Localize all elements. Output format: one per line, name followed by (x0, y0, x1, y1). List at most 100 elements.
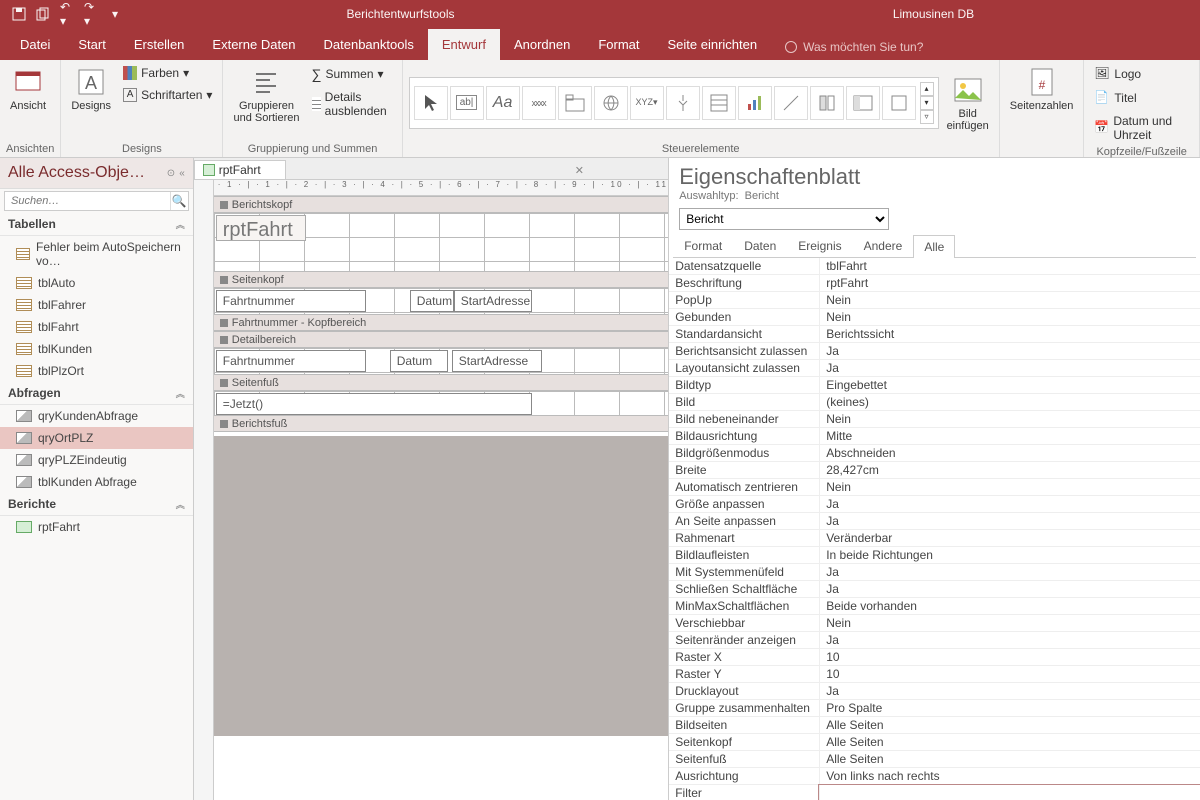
property-row[interactable]: BeschriftungrptFahrt (669, 275, 1200, 292)
hyperlink-tool[interactable] (594, 86, 628, 120)
dropdown-icon[interactable]: ⊙ (167, 168, 175, 179)
property-row[interactable]: DrucklayoutJa (669, 683, 1200, 700)
pagebreak-tool[interactable] (666, 86, 700, 120)
section-detail[interactable]: Detailbereich (214, 331, 668, 348)
label-fahrtnummer[interactable]: Fahrtnummer (216, 290, 366, 312)
property-tab-alle[interactable]: Alle (913, 235, 955, 258)
rectangle-tool[interactable] (846, 86, 880, 120)
property-row[interactable]: Bild(keines) (669, 394, 1200, 411)
property-value[interactable]: 10 (819, 649, 1200, 665)
field-fahrtnummer[interactable]: Fahrtnummer (216, 350, 366, 372)
property-row[interactable]: Raster X10 (669, 649, 1200, 666)
property-row[interactable]: Berichtsansicht zulassenJa (669, 343, 1200, 360)
field-startadresse[interactable]: StartAdresse (452, 350, 542, 372)
property-row[interactable]: BildseitenAlle Seiten (669, 717, 1200, 734)
property-value[interactable]: Alle Seiten (819, 734, 1200, 750)
save-icon[interactable] (12, 7, 26, 21)
page-numbers-button[interactable]: # Seitenzahlen (1006, 64, 1078, 114)
property-row[interactable]: DatensatzquelletblFahrt (669, 258, 1200, 275)
property-value[interactable]: Eingebettet (819, 377, 1200, 393)
property-row[interactable]: SeitenfußAlle Seiten (669, 751, 1200, 768)
section-page-header[interactable]: Seitenkopf (214, 271, 668, 288)
nav-item[interactable]: rptFahrt (0, 516, 193, 538)
collapse-nav-icon[interactable]: « (179, 168, 185, 179)
property-value[interactable]: Alle Seiten (819, 717, 1200, 733)
property-value[interactable]: Nein (819, 615, 1200, 631)
page-footer-body[interactable]: =Jetzt() (214, 391, 668, 415)
line-tool[interactable] (774, 86, 808, 120)
search-icon[interactable]: 🔍 (170, 192, 188, 210)
property-value[interactable]: 10 (819, 666, 1200, 682)
property-value[interactable]: Nein (819, 411, 1200, 427)
nav-item[interactable]: tblFahrt (0, 316, 193, 338)
customize-qat-icon[interactable]: ▾ (108, 7, 122, 21)
property-value[interactable]: tblFahrt (819, 258, 1200, 274)
property-value[interactable]: Beide vorhanden (819, 598, 1200, 614)
colors-button[interactable]: Farben ▾ (119, 64, 216, 82)
gallery-scroll[interactable]: ▴▾▿ (920, 82, 934, 124)
nav-category[interactable]: Berichte︽ (0, 493, 193, 516)
label-datum[interactable]: Datum (410, 290, 454, 312)
nav-item[interactable]: tblAuto (0, 272, 193, 294)
field-now[interactable]: =Jetzt() (216, 393, 532, 415)
redo-icon[interactable]: ↷ ▾ (84, 7, 98, 21)
report-header-body[interactable]: rptFahrt (214, 213, 668, 271)
document-tab[interactable]: rptFahrt ✕ (194, 160, 286, 179)
property-value[interactable]: Veränderbar (819, 530, 1200, 546)
nav-item[interactable]: qryKundenAbfrage (0, 405, 193, 427)
property-value[interactable]: In beide Richtungen (819, 547, 1200, 563)
property-value[interactable]: 28,427cm (819, 462, 1200, 478)
label-startadresse[interactable]: StartAdresse (454, 290, 532, 312)
property-row[interactable]: Breite28,427cm (669, 462, 1200, 479)
property-value[interactable]: (keines) (819, 394, 1200, 410)
property-row[interactable]: BildtypEingebettet (669, 377, 1200, 394)
property-value[interactable]: Alle Seiten (819, 751, 1200, 767)
property-value[interactable]: Abschneiden (819, 445, 1200, 461)
property-row[interactable]: SeitenkopfAlle Seiten (669, 734, 1200, 751)
nav-item[interactable]: tblKunden Abfrage (0, 471, 193, 493)
property-value[interactable]: Nein (819, 479, 1200, 495)
property-value[interactable]: Berichtssicht (819, 326, 1200, 342)
checkbox-tool[interactable] (882, 86, 916, 120)
view-button[interactable]: Ansicht (6, 64, 50, 114)
property-value[interactable]: rptFahrt (819, 275, 1200, 291)
property-row[interactable]: PopUpNein (669, 292, 1200, 309)
property-row[interactable]: Filter (669, 785, 1200, 800)
undo-icon[interactable]: ↶ ▾ (60, 7, 74, 21)
property-row[interactable]: BildgrößenmodusAbschneiden (669, 445, 1200, 462)
nav-category[interactable]: Abfragen︽ (0, 382, 193, 405)
section-group-header[interactable]: Fahrtnummer - Kopfbereich (214, 314, 668, 331)
select-tool[interactable] (414, 86, 448, 120)
ribbon-tab-erstellen[interactable]: Erstellen (120, 29, 199, 60)
ribbon-tab-format[interactable]: Format (584, 29, 653, 60)
object-selector[interactable]: Bericht (679, 208, 889, 230)
nav-item[interactable]: tblFahrer (0, 294, 193, 316)
ribbon-tab-anordnen[interactable]: Anordnen (500, 29, 584, 60)
property-value[interactable]: Ja (819, 564, 1200, 580)
tell-me[interactable]: Was möchten Sie tun? (771, 40, 937, 60)
property-value[interactable]: Mitte (819, 428, 1200, 444)
property-row[interactable]: Schließen SchaltflächeJa (669, 581, 1200, 598)
search-input[interactable] (5, 192, 170, 210)
report-footer-body[interactable] (214, 432, 668, 436)
property-row[interactable]: Seitenränder anzeigenJa (669, 632, 1200, 649)
property-value[interactable]: Ja (819, 683, 1200, 699)
property-row[interactable]: Mit SystemmenüfeldJa (669, 564, 1200, 581)
chart-tool[interactable] (738, 86, 772, 120)
label-tool[interactable]: Aa (486, 86, 520, 120)
property-value[interactable]: Ja (819, 632, 1200, 648)
themes-button[interactable]: A Designs (67, 64, 115, 114)
section-page-footer[interactable]: Seitenfuß (214, 374, 668, 391)
property-value[interactable]: Ja (819, 360, 1200, 376)
report-title-control[interactable]: rptFahrt (216, 215, 306, 241)
totals-button[interactable]: ∑ Summen ▾ (308, 64, 396, 84)
logo-button[interactable]: 🖼Logo (1090, 64, 1193, 84)
nav-header[interactable]: Alle Access-Obje… ⊙ « (0, 158, 193, 189)
property-row[interactable]: BildausrichtungMitte (669, 428, 1200, 445)
property-value[interactable]: Nein (819, 309, 1200, 325)
ribbon-tab-externe daten[interactable]: Externe Daten (198, 29, 309, 60)
page-header-body[interactable]: Fahrtnummer Datum StartAdresse (214, 288, 668, 314)
property-value[interactable]: Ja (819, 343, 1200, 359)
ribbon-tab-start[interactable]: Start (64, 29, 119, 60)
ribbon-tab-seite einrichten[interactable]: Seite einrichten (654, 29, 772, 60)
